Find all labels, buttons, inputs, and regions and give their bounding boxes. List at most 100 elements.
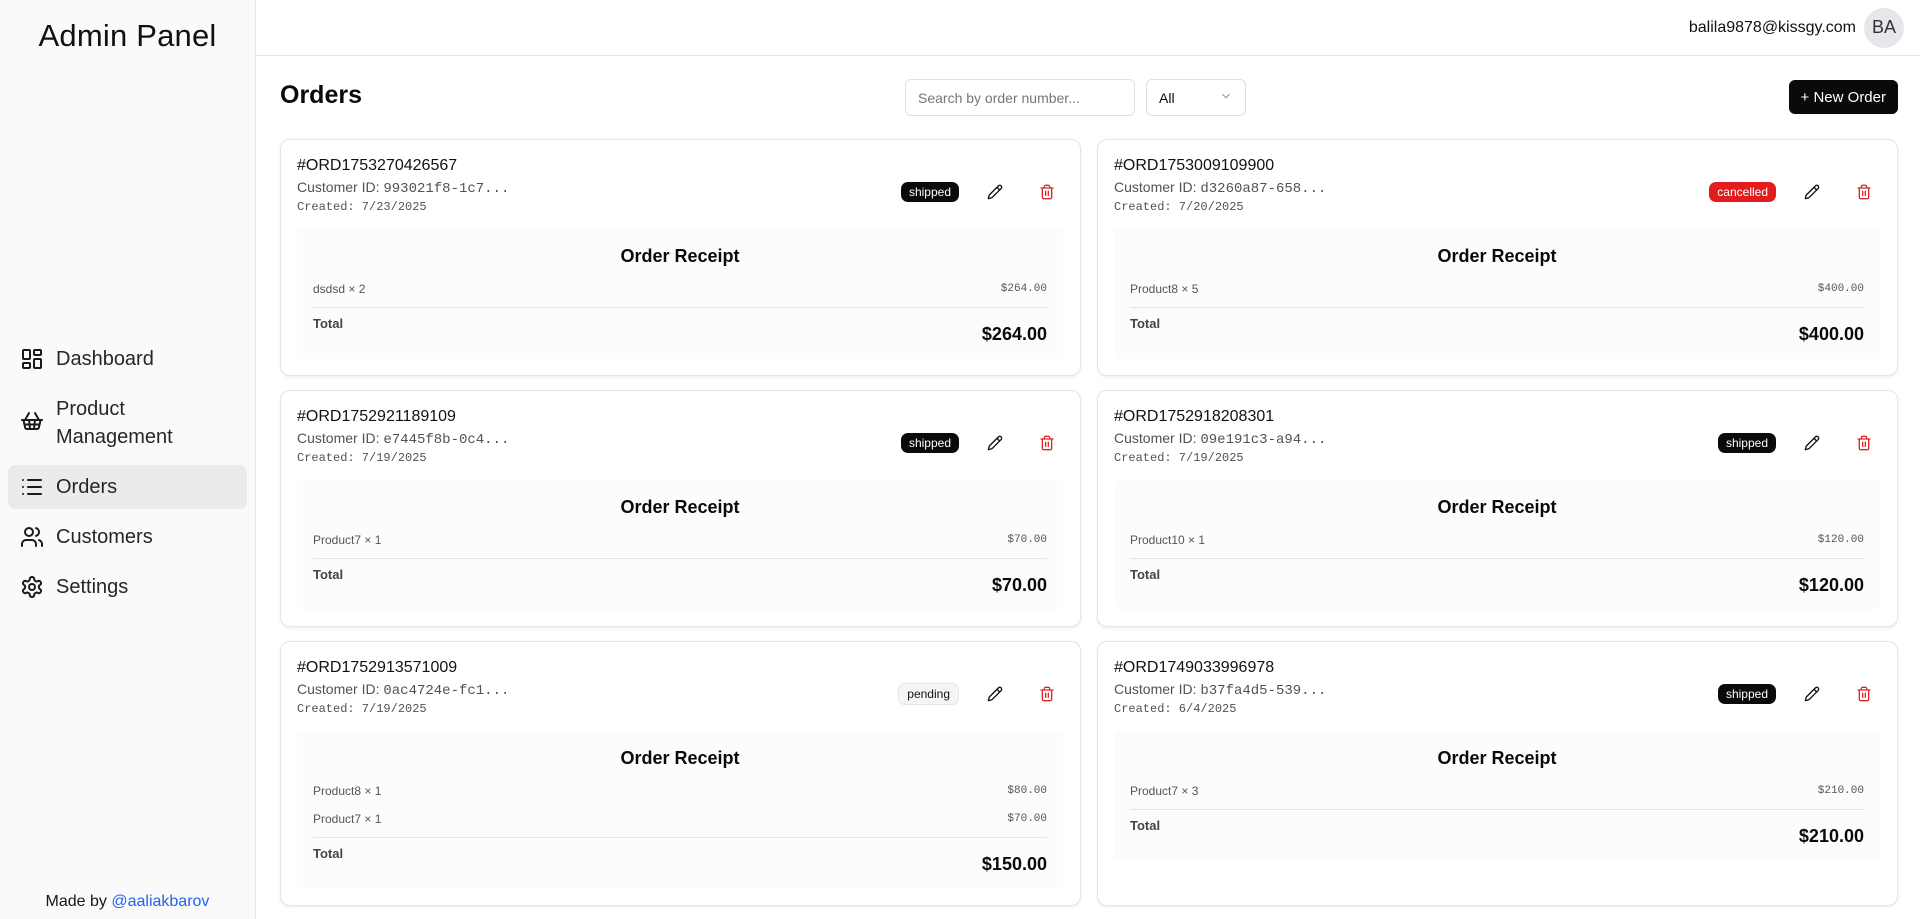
user-email: balila9878@kissgy.com <box>1688 18 1856 36</box>
receipt-lines: Product7 × 1 $70.00 <box>313 532 1047 548</box>
dashboard-icon <box>20 347 44 371</box>
customer-id-value: 09e191c3-a94... <box>1200 432 1327 448</box>
topbar: balila9878@kissgy.com BA <box>256 0 1920 56</box>
receipt-total-row: Total $70.00 <box>313 567 1047 596</box>
total-value: $210.00 <box>1798 826 1864 846</box>
customer-id-label: Customer ID: <box>1114 430 1201 446</box>
receipt-divider <box>313 558 1047 559</box>
receipt-total-row: Total $400.00 <box>1130 316 1864 345</box>
receipt-line-item: Product7 × 1 $70.00 <box>313 532 1047 548</box>
trash-icon <box>1857 435 1871 451</box>
item-price: $70.00 <box>1007 534 1047 546</box>
order-number: #ORD1749033996978 <box>1114 659 1275 676</box>
avatar[interactable]: BA <box>1864 7 1904 48</box>
new-order-button[interactable]: + New Order <box>1788 80 1898 114</box>
order-receipt: Order Receipt Product8 × 1 $80.00 Product7… <box>297 730 1063 889</box>
order-actions: shipped <box>1717 427 1880 459</box>
order-card: #ORD1752913571009 Customer ID: 0ac4724e-… <box>280 641 1081 906</box>
delete-order-button[interactable] <box>1031 176 1063 208</box>
receipt-line-item: Product8 × 1 $80.00 <box>313 783 1047 799</box>
receipt-lines: Product10 × 1 $120.00 <box>1130 532 1864 548</box>
status-filter-select[interactable]: All <box>1146 79 1246 116</box>
edit-order-button[interactable] <box>979 176 1011 208</box>
total-value: $120.00 <box>1798 575 1864 595</box>
order-receipt: Order Receipt dsdsd × 2 $264.00 Total $26… <box>297 228 1063 359</box>
status-badge: cancelled <box>1709 182 1776 202</box>
order-number: #ORD1752918208301 <box>1114 408 1275 425</box>
delete-order-button[interactable] <box>1848 427 1880 459</box>
order-receipt: Order Receipt Product7 × 1 $70.00 Total $… <box>297 479 1063 610</box>
receipt-title: Order Receipt <box>620 497 740 517</box>
filter-value: All <box>1159 89 1175 106</box>
item-name: Product8 × 1 <box>313 784 382 798</box>
order-number: #ORD1753009109900 <box>1114 157 1275 174</box>
author-link[interactable]: @aaliakbarov <box>111 893 209 910</box>
order-receipt: Order Receipt Product10 × 1 $120.00 Total… <box>1114 479 1880 610</box>
trash-icon <box>1040 435 1054 451</box>
sidebar-item-label: Customers <box>56 526 153 548</box>
delete-order-button[interactable] <box>1848 176 1880 208</box>
trash-icon <box>1857 184 1871 200</box>
content-header: Orders All + New Order <box>280 79 1898 116</box>
chevron-down-icon <box>1219 89 1233 106</box>
customer-id-value: d3260a87-658... <box>1200 181 1327 197</box>
receipt-divider <box>1130 809 1864 810</box>
search-input[interactable] <box>905 79 1135 116</box>
order-card: #ORD1753009109900 Customer ID: d3260a87-… <box>1097 139 1898 376</box>
sidebar-item-label: Product Management <box>56 398 173 448</box>
footer-credit: Made by @aaliakbarov <box>0 893 255 911</box>
edit-order-button[interactable] <box>1796 678 1828 710</box>
item-name: dsdsd × 2 <box>313 282 366 296</box>
sidebar-item-label: Settings <box>56 576 129 598</box>
receipt-title: Order Receipt <box>620 748 740 768</box>
customer-id-label: Customer ID: <box>1114 179 1201 195</box>
order-receipt: Order Receipt Product8 × 5 $400.00 Total … <box>1114 228 1880 359</box>
orders-grid: #ORD1753270426567 Customer ID: 993021f8-… <box>280 139 1898 906</box>
edit-order-button[interactable] <box>979 678 1011 710</box>
delete-order-button[interactable] <box>1848 678 1880 710</box>
order-card-header: #ORD1752918208301 Customer ID: 09e191c3-… <box>1114 407 1880 485</box>
orders-content: Orders All + New Order #ORD1753270426567… <box>256 56 1920 906</box>
receipt-total-row: Total $120.00 <box>1130 567 1864 596</box>
item-name: Product7 × 1 <box>313 812 382 826</box>
item-name: Product7 × 3 <box>1130 784 1199 798</box>
customer-id-label: Customer ID: <box>297 179 384 195</box>
item-name: Product8 × 5 <box>1130 282 1199 296</box>
order-actions: shipped <box>900 427 1063 459</box>
receipt-lines: Product8 × 1 $80.00 Product7 × 1 $70.00 <box>313 783 1047 827</box>
edit-order-button[interactable] <box>1796 176 1828 208</box>
brand-title: Admin Panel <box>38 18 217 53</box>
order-number: #ORD1752921189109 <box>297 408 456 425</box>
receipt-divider <box>1130 307 1864 308</box>
customer-id-value: 0ac4724e-fc1... <box>383 683 510 699</box>
order-actions: shipped <box>900 176 1063 208</box>
edit-order-button[interactable] <box>979 427 1011 459</box>
pencil-icon <box>1804 435 1820 451</box>
order-card: #ORD1749033996978 Customer ID: b37fa4d5-… <box>1097 641 1898 906</box>
receipt-line-item: Product7 × 3 $210.00 <box>1130 783 1864 799</box>
order-card-header: #ORD1752913571009 Customer ID: 0ac4724e-… <box>297 658 1063 736</box>
customer-id-value: 993021f8-1c7... <box>383 181 510 197</box>
edit-order-button[interactable] <box>1796 427 1828 459</box>
sidebar-item-customers[interactable]: Customers <box>8 515 247 559</box>
receipt-total-row: Total $210.00 <box>1130 818 1864 847</box>
order-receipt: Order Receipt Product7 × 3 $210.00 Total … <box>1114 730 1880 861</box>
users-icon <box>20 525 44 549</box>
total-value: $150.00 <box>981 854 1047 874</box>
receipt-total-row: Total $150.00 <box>313 846 1047 875</box>
receipt-line-item: dsdsd × 2 $264.00 <box>313 281 1047 297</box>
trash-icon <box>1857 686 1871 702</box>
sidebar-item-orders[interactable]: Orders <box>8 465 247 509</box>
receipt-line-item: Product10 × 1 $120.00 <box>1130 532 1864 548</box>
item-price: $400.00 <box>1817 283 1864 295</box>
delete-order-button[interactable] <box>1031 678 1063 710</box>
sidebar: Admin Panel Dashboard Product Management… <box>0 0 256 919</box>
sidebar-item-settings[interactable]: Settings <box>8 565 247 609</box>
footer-prefix: Made by <box>45 893 112 910</box>
delete-order-button[interactable] <box>1031 427 1063 459</box>
sidebar-item-dashboard[interactable]: Dashboard <box>8 337 247 381</box>
sidebar-item-label: Orders <box>56 476 118 498</box>
item-name: Product7 × 1 <box>313 533 382 547</box>
sidebar-nav: Dashboard Product Management Orders Cust… <box>8 337 247 615</box>
sidebar-item-product-management[interactable]: Product Management <box>8 387 247 459</box>
